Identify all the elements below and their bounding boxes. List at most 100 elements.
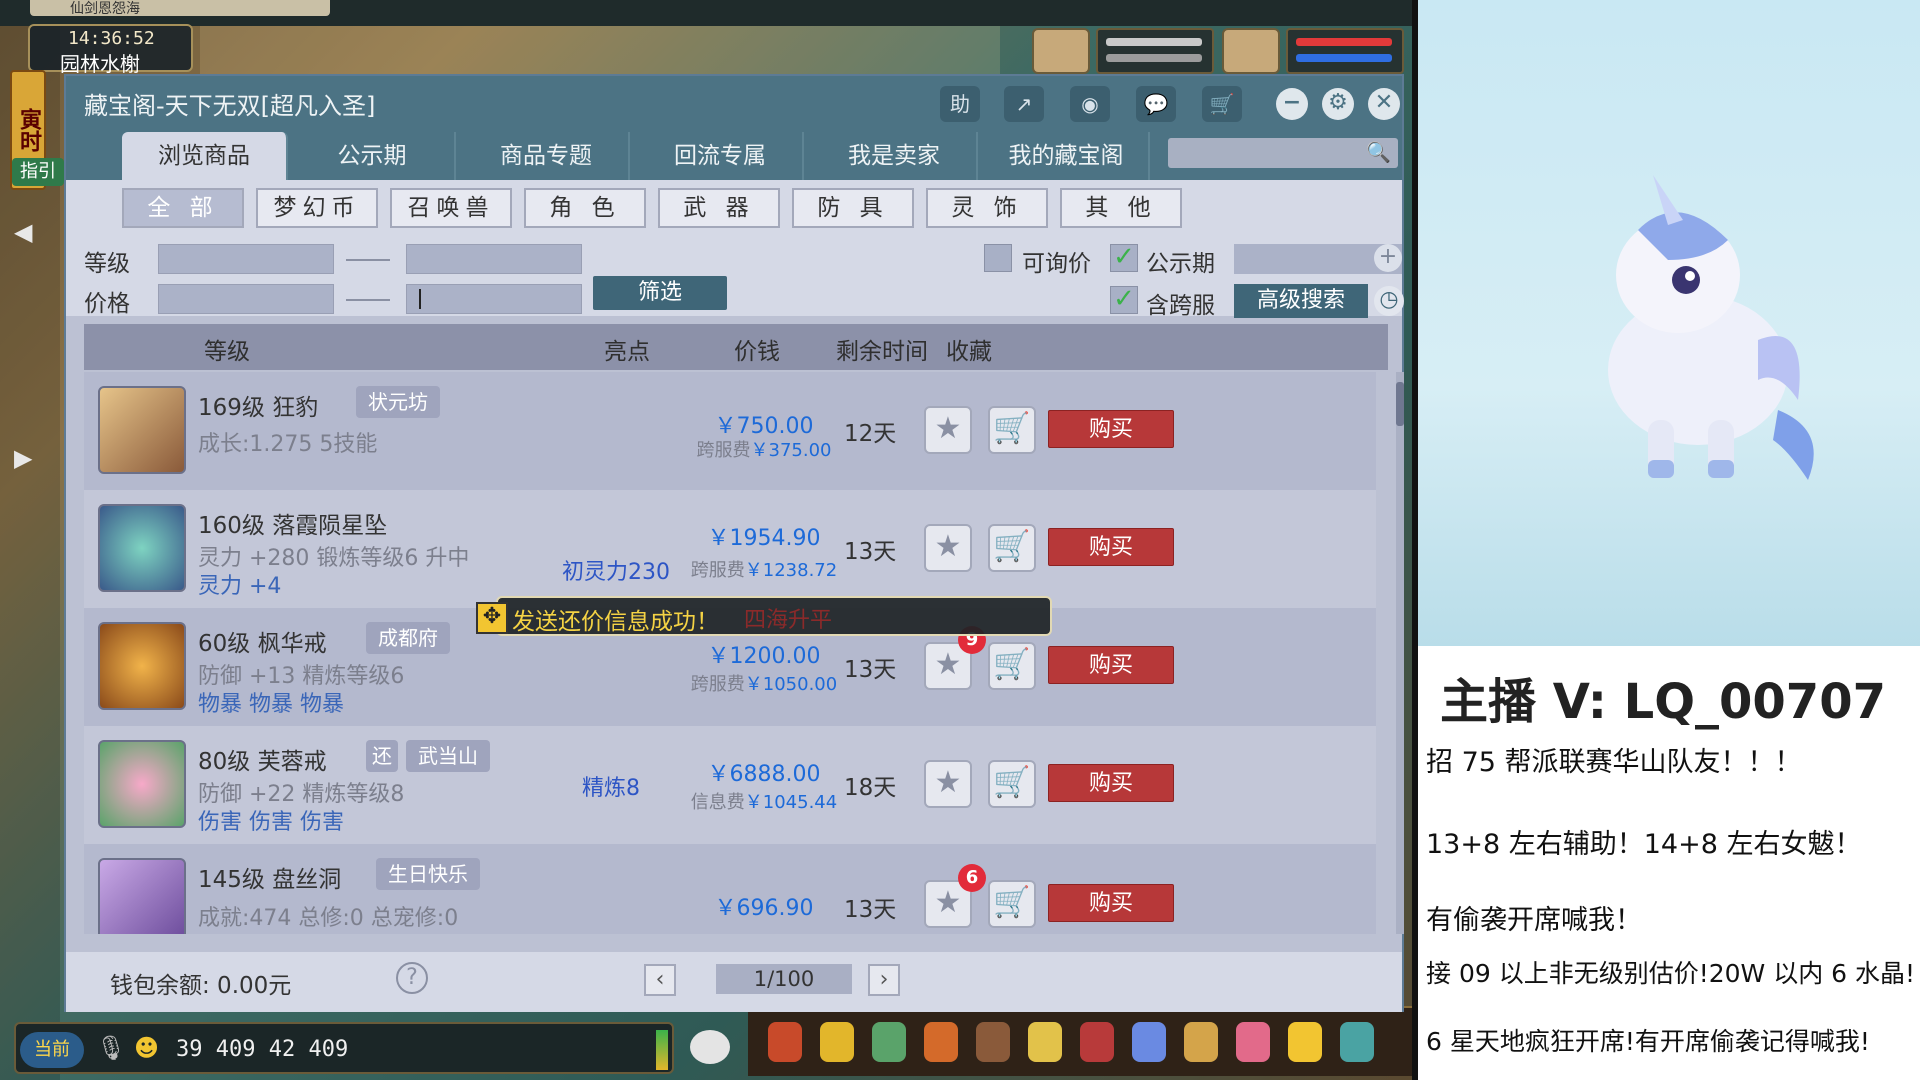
fee-label: 跨服费	[690, 674, 745, 695]
tab-topics[interactable]: 商品专题	[464, 132, 630, 180]
window-titlebar[interactable]: 藏宝阁-天下无双[超凡入圣] 助 ↗ ◉ 💬 🛒 − ⚙ ✕	[66, 76, 1402, 130]
cart-icon[interactable]: 🛒	[1202, 86, 1242, 122]
buy-button[interactable]: 购买	[1048, 646, 1174, 684]
hotbar-slot-icon[interactable]	[1132, 1022, 1166, 1062]
level-min-input[interactable]	[158, 244, 334, 274]
server-tag: 状元坊	[356, 386, 440, 418]
cross-server-checkbox[interactable]: ✓	[1110, 286, 1138, 314]
player-portrait[interactable]	[1222, 28, 1280, 74]
search-input[interactable]: 🔍	[1168, 138, 1398, 168]
buy-button[interactable]: 购买	[1048, 884, 1174, 922]
minimize-icon[interactable]: −	[1276, 88, 1308, 120]
favorite-star-icon[interactable]: ★	[924, 406, 972, 454]
mic-icon[interactable]: 🎙	[96, 1034, 126, 1062]
record-icon[interactable]: ◉	[1070, 86, 1110, 122]
hotbar-slot-icon[interactable]	[872, 1022, 906, 1062]
promo-line: 接 09 以上非无级别估价!20W 以内 6 水晶!	[1426, 959, 1916, 988]
hotbar-slot-icon[interactable]	[820, 1022, 854, 1062]
plus-icon[interactable]: +	[1374, 244, 1402, 272]
header-remaining[interactable]: 剩余时间	[836, 332, 928, 366]
item-avatar	[98, 386, 186, 474]
hotbar-slot-icon[interactable]	[1288, 1022, 1322, 1062]
level-max-input[interactable]	[406, 244, 582, 274]
header-favorite: 收藏	[946, 339, 992, 365]
favorite-star-icon[interactable]: ★	[924, 760, 972, 808]
buy-button[interactable]: 购买	[1048, 764, 1174, 802]
hotbar-slot-icon[interactable]	[768, 1022, 802, 1062]
table-row[interactable]: 160级 落霞陨星坠 灵力 +280 锻炼等级6 升中 灵力 +4 初灵力230…	[84, 490, 1376, 608]
remaining-time: 13天	[844, 657, 897, 683]
table-row[interactable]: 145级 盘丝洞 生日快乐 成就:474 总修:0 总宠修:0 ￥696.90 …	[84, 844, 1376, 934]
tab-seller[interactable]: 我是卖家	[812, 132, 978, 180]
share-icon[interactable]: ↗	[1004, 86, 1044, 122]
pet-icon[interactable]	[690, 1030, 730, 1064]
search-icon[interactable]: 🔍	[1366, 140, 1392, 166]
remaining-time: 13天	[844, 897, 897, 923]
pet-portrait[interactable]	[1032, 28, 1090, 74]
tab-returning[interactable]: 回流专属	[638, 132, 804, 180]
favorite-star-icon[interactable]: ★	[924, 524, 972, 572]
scrollbar-thumb[interactable]	[1396, 382, 1404, 426]
item-price: ￥1954.90	[707, 526, 821, 551]
add-cart-icon[interactable]: 🛒	[988, 880, 1036, 928]
category-accessories[interactable]: 灵 饰	[926, 188, 1048, 228]
channel-current-button[interactable]: 当前	[20, 1032, 84, 1068]
filter-button[interactable]: 筛选	[593, 276, 727, 310]
add-cart-icon[interactable]: 🛒	[988, 406, 1036, 454]
game-location: 园林水榭	[60, 52, 140, 76]
hotbar-slot-icon[interactable]	[924, 1022, 958, 1062]
advanced-search-button[interactable]: 高级搜索	[1234, 284, 1368, 318]
next-page-button[interactable]: ›	[868, 964, 900, 996]
category-weapons[interactable]: 武 器	[658, 188, 780, 228]
hotbar-slot-icon[interactable]	[1080, 1022, 1114, 1062]
history-clock-icon[interactable]: ◷	[1374, 286, 1404, 316]
price-max-input[interactable]	[406, 284, 582, 314]
assist-button[interactable]: 助	[940, 86, 980, 122]
table-header: 等级 亮点 价钱 剩余时间 收藏	[84, 324, 1388, 370]
item-title: 145级 盘丝洞	[198, 867, 342, 893]
category-pets[interactable]: 召唤兽	[390, 188, 512, 228]
hotbar-slot-icon[interactable]	[976, 1022, 1010, 1062]
list-scrollbar[interactable]	[1396, 372, 1404, 934]
header-price[interactable]: 价钱	[734, 332, 780, 366]
category-other[interactable]: 其 他	[1060, 188, 1182, 228]
tab-browse[interactable]: 浏览商品	[122, 132, 288, 180]
hotbar-slot-icon[interactable]	[1184, 1022, 1218, 1062]
server-tag: 生日快乐	[376, 858, 480, 890]
expand-right-icon[interactable]: ▶	[14, 444, 40, 472]
public-period-checkbox[interactable]: ✓	[1110, 244, 1138, 272]
category-currency[interactable]: 梦幻币	[256, 188, 378, 228]
hotbar-slot-icon[interactable]	[1028, 1022, 1062, 1062]
category-armor[interactable]: 防 具	[792, 188, 914, 228]
item-price: ￥6888.00	[707, 762, 821, 787]
help-icon[interactable]: ?	[396, 962, 428, 994]
prev-page-button[interactable]: ‹	[644, 964, 676, 996]
item-bonus: 灵力 +4	[198, 574, 282, 599]
add-cart-icon[interactable]: 🛒	[988, 760, 1036, 808]
add-cart-icon[interactable]: 🛒	[988, 524, 1036, 572]
buy-button[interactable]: 购买	[1048, 528, 1174, 566]
header-level[interactable]: 等级	[204, 332, 250, 366]
guide-button[interactable]: 指引	[12, 158, 64, 186]
buy-button[interactable]: 购买	[1048, 410, 1174, 448]
item-highlight: 精炼8	[582, 776, 640, 801]
tab-my-pavilion[interactable]: 我的藏宝阁	[984, 132, 1150, 180]
tab-public-period[interactable]: 公示期	[290, 132, 456, 180]
close-icon[interactable]: ✕	[1368, 88, 1400, 120]
emoji-icon[interactable]: ☻	[134, 1034, 159, 1062]
item-list: 169级 狂豹 状元坊 成长:1.275 5技能 ￥750.00 跨服费￥375…	[84, 372, 1388, 934]
price-min-input[interactable]	[158, 284, 334, 314]
category-roles[interactable]: 角 色	[524, 188, 646, 228]
collapse-left-icon[interactable]: ◀	[14, 218, 40, 246]
negotiable-checkbox[interactable]	[984, 244, 1012, 272]
game-window-tab[interactable]: 仙剑恩怨海	[30, 0, 330, 17]
category-all[interactable]: 全 部	[122, 188, 244, 228]
chat-icon[interactable]: 💬	[1136, 86, 1176, 122]
hotbar-slot-icon[interactable]	[1236, 1022, 1270, 1062]
hotbar-slot-icon[interactable]	[1340, 1022, 1374, 1062]
table-row[interactable]: 80级 芙蓉戒 还 武当山 防御 +22 精炼等级8 伤害 伤害 伤害 精炼8 …	[84, 726, 1376, 844]
settings-icon[interactable]: ⚙	[1322, 88, 1354, 120]
toast-notification: ✥ 四海升平 发送还价信息成功！	[476, 596, 1052, 636]
add-cart-icon[interactable]: 🛒	[988, 642, 1036, 690]
table-row[interactable]: 169级 狂豹 状元坊 成长:1.275 5技能 ￥750.00 跨服费￥375…	[84, 372, 1376, 490]
